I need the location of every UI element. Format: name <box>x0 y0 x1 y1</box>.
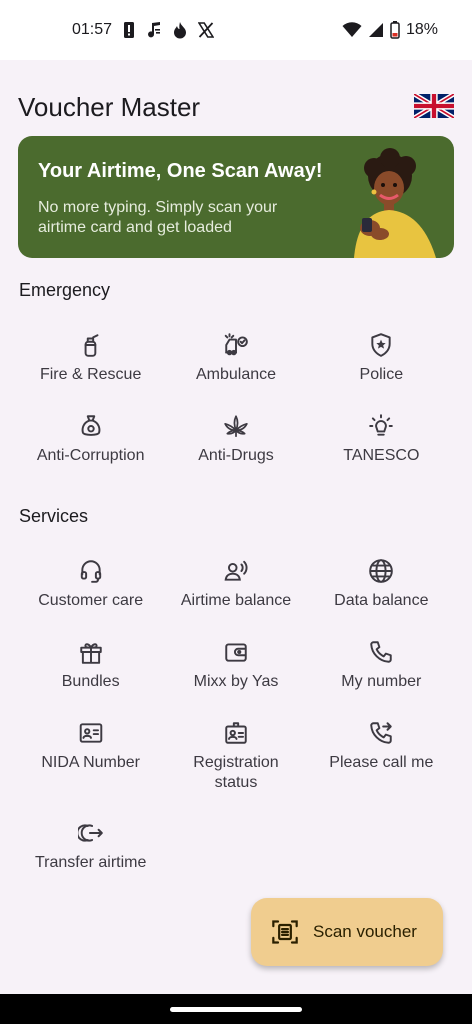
tile-label: TANESCO <box>343 447 420 464</box>
scan-voucher-button[interactable]: Scan voucher <box>251 898 443 966</box>
tile-airtime-balance[interactable]: Airtime balance <box>163 546 308 627</box>
tile-label: Ambulance <box>195 366 277 383</box>
id-card-icon <box>79 723 102 743</box>
fab-label: Scan voucher <box>313 922 417 941</box>
woman-with-phone-illustration <box>354 148 436 258</box>
wallet-icon <box>225 643 247 662</box>
cannabis-leaf-icon <box>224 415 248 437</box>
tile-label: NIDA Number <box>41 754 141 771</box>
badge-icon <box>225 722 247 744</box>
tile-label: Anti-Corruption <box>36 447 145 464</box>
banner-subtitle: No more typing. Simply scan your airtime… <box>38 199 278 236</box>
tile-anti-corruption[interactable]: Anti-Corruption <box>18 401 163 482</box>
flame-icon <box>172 21 188 39</box>
tile-label: Police <box>359 366 404 383</box>
tile-data-balance[interactable]: Data balance <box>309 546 454 627</box>
transfer-icon <box>77 824 103 842</box>
tile-label: Transfer airtime <box>34 854 147 871</box>
tile-registration-status[interactable]: Registration status <box>163 708 308 808</box>
tile-label: Mixx by Yas <box>193 673 279 690</box>
services-grid: Customer care Airtime balance Data balan… <box>18 546 454 889</box>
wifi-icon <box>342 22 362 38</box>
x-logo-icon <box>198 22 215 38</box>
tile-label: Registration status <box>193 754 279 791</box>
headset-icon <box>80 560 101 583</box>
app-title: Voucher Master <box>18 91 201 122</box>
banner-title: Your Airtime, One Scan Away! <box>38 160 323 182</box>
tile-bundles[interactable]: Bundles <box>18 627 163 708</box>
globe-icon <box>369 559 394 583</box>
tile-please-call-me[interactable]: Please call me <box>309 708 454 789</box>
tile-tanesco[interactable]: TANESCO <box>309 401 454 482</box>
tile-label: Bundles <box>61 673 120 690</box>
tile-nida-number[interactable]: NIDA Number <box>18 708 163 789</box>
status-time: 01:57 <box>72 21 113 38</box>
tile-my-number[interactable]: My number <box>309 627 454 708</box>
tile-label: My number <box>341 673 422 690</box>
tile-label: Airtime balance <box>180 592 292 609</box>
gift-icon <box>79 643 102 664</box>
phone-icon <box>370 641 393 663</box>
tile-fire-rescue[interactable]: Fire & Rescue <box>18 320 163 401</box>
tile-label: Fire & Rescue <box>39 366 142 383</box>
ambulance-icon <box>224 333 248 356</box>
emergency-section-title: Emergency <box>19 280 111 300</box>
tile-transfer-airtime[interactable]: Transfer airtime <box>18 808 163 889</box>
tile-ambulance[interactable]: Ambulance <box>163 320 308 401</box>
money-bag-icon <box>81 415 101 436</box>
fire-extinguisher-icon <box>84 334 99 357</box>
home-gesture-handle[interactable] <box>170 1007 302 1012</box>
battery-icon <box>390 21 400 39</box>
tile-mixx-by-yas[interactable]: Mixx by Yas <box>163 627 308 708</box>
tile-customer-care[interactable]: Customer care <box>18 546 163 627</box>
promo-banner[interactable]: Your Airtime, One Scan Away! No more typ… <box>18 136 454 258</box>
tile-label: Customer care <box>38 592 144 609</box>
tile-anti-drugs[interactable]: Anti-Drugs <box>163 401 308 482</box>
document-scanner-icon <box>272 920 298 944</box>
tile-police[interactable]: Police <box>309 320 454 401</box>
police-shield-icon <box>371 333 391 357</box>
status-bar: 01:57 18% <box>0 0 472 60</box>
navigation-bar <box>0 994 472 1024</box>
alert-icon <box>122 21 136 39</box>
emergency-grid: Fire & Rescue Ambulance Police Anti-Corr… <box>18 320 454 482</box>
tile-label: Please call me <box>329 754 434 771</box>
music-note-icon <box>146 21 162 39</box>
signal-icon <box>368 22 384 38</box>
tile-label: Anti-Drugs <box>198 447 274 464</box>
services-section-title: Services <box>19 506 89 526</box>
tile-label: Data balance <box>334 592 429 609</box>
phone-forward-icon <box>370 722 393 744</box>
battery-percent: 18% <box>405 21 438 38</box>
voice-person-icon <box>224 560 248 581</box>
light-bulb-icon <box>369 414 394 436</box>
uk-flag-icon[interactable] <box>414 94 454 118</box>
app-header: Voucher Master <box>0 60 472 136</box>
